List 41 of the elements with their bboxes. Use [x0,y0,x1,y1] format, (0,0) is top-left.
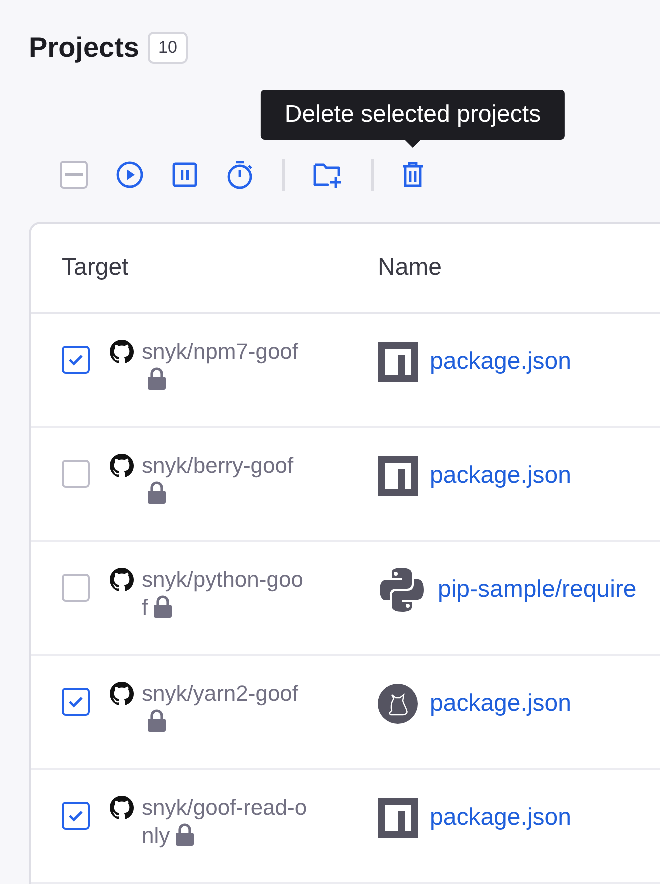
github-icon [110,340,134,364]
github-icon [110,682,134,706]
row-checkbox[interactable] [62,574,90,602]
manifest-link[interactable]: package.json [430,804,572,832]
column-header: Target [62,254,130,282]
trash-icon[interactable] [402,162,424,188]
tooltip-arrow [405,140,421,148]
row-checkbox[interactable] [62,460,90,488]
manifest-link[interactable]: package.json [430,348,572,376]
project-count: 10 [148,32,188,64]
repository-name: snyk/berry-goof [142,453,294,478]
row-checkbox[interactable] [62,688,90,716]
python-icon [378,566,426,614]
minus-icon [65,173,83,177]
manifest-link[interactable]: pip-sample/require [438,576,637,604]
repository-name: snyk/npm7-goof [142,339,299,364]
cat-icon [378,684,418,724]
page-title: Projects [29,32,140,64]
github-icon [110,796,134,820]
stopwatch-icon[interactable] [226,160,254,190]
repository-name: snyk/goof-read-only [142,795,308,848]
npm-icon [378,798,418,838]
row-checkbox[interactable] [62,802,90,830]
manifest-link[interactable]: package.json [430,462,572,490]
github-icon [110,454,134,478]
play-icon[interactable] [116,161,144,189]
repository-name: snyk/python-goof [142,567,304,620]
check-icon [68,354,84,366]
npm-icon [378,342,418,382]
row-checkbox[interactable] [62,346,90,374]
pause-icon[interactable] [172,162,198,188]
check-icon [68,810,84,822]
select-all-checkbox[interactable] [60,161,88,189]
repository-name: snyk/yarn2-goof [142,681,299,706]
folder-add-icon[interactable] [313,161,343,189]
column-header: Name [378,254,442,282]
npm-icon [378,456,418,496]
check-icon [68,696,84,708]
github-icon [110,568,134,592]
manifest-link[interactable]: package.json [430,690,572,718]
tooltip: Delete selected projects [260,90,566,140]
